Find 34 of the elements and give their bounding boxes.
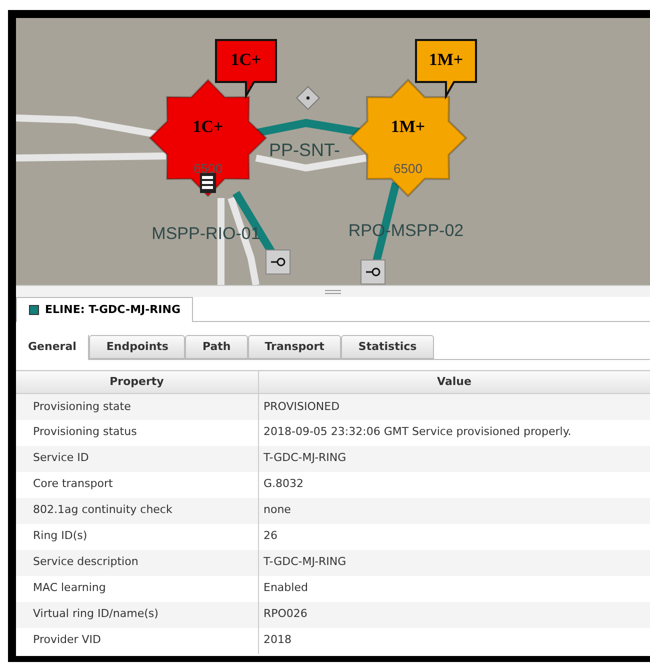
value-cell: G.8032 [258,472,650,498]
property-cell: Provider VID [16,628,258,654]
column-header[interactable]: Property [16,370,258,394]
value-cell: T-GDC-MJ-RING [258,550,650,576]
service-tab-label: ELINE: T-GDC-MJ-RING [45,302,180,318]
callout-bubble [415,39,477,100]
node-badge-label: 1C+ [192,118,224,135]
node-model-label: 6500 [194,162,222,175]
callout-label: 1M+ [428,51,464,68]
tab[interactable]: Path [185,335,248,359]
callout-bubble [215,39,277,100]
node-star-icon[interactable] [148,78,268,198]
resize-handle[interactable] [325,290,341,294]
value-cell: 26 [258,524,650,550]
tab[interactable]: Statistics [341,335,434,359]
link-label: PP-SNT- [269,141,340,159]
tab[interactable]: General [16,335,90,360]
node-star-icon[interactable] [348,78,468,198]
value-cell: 2018 [258,628,650,654]
port-icon[interactable] [360,260,386,284]
value-cell: RPO026 [258,602,650,628]
node-model-label: 6500 [394,162,422,175]
column-header[interactable]: Value [258,370,650,394]
port-icon[interactable] [266,250,290,274]
value-cell: T-GDC-MJ-RING [258,446,650,472]
tab[interactable]: Endpoints [89,335,186,359]
value-cell: Enabled [258,576,650,602]
value-cell: 2018-09-05 23:32:06 GMT Service provisioned properly. [258,420,650,446]
value-cell: PROVISIONED [258,394,650,420]
value-cell: none [258,498,650,524]
service-tab[interactable]: ELINE: T-GDC-MJ-RING [16,297,194,322]
callout-label: 1C+ [230,51,262,68]
node-badge-label: 1M+ [390,118,426,135]
tab[interactable]: Transport [248,335,342,359]
